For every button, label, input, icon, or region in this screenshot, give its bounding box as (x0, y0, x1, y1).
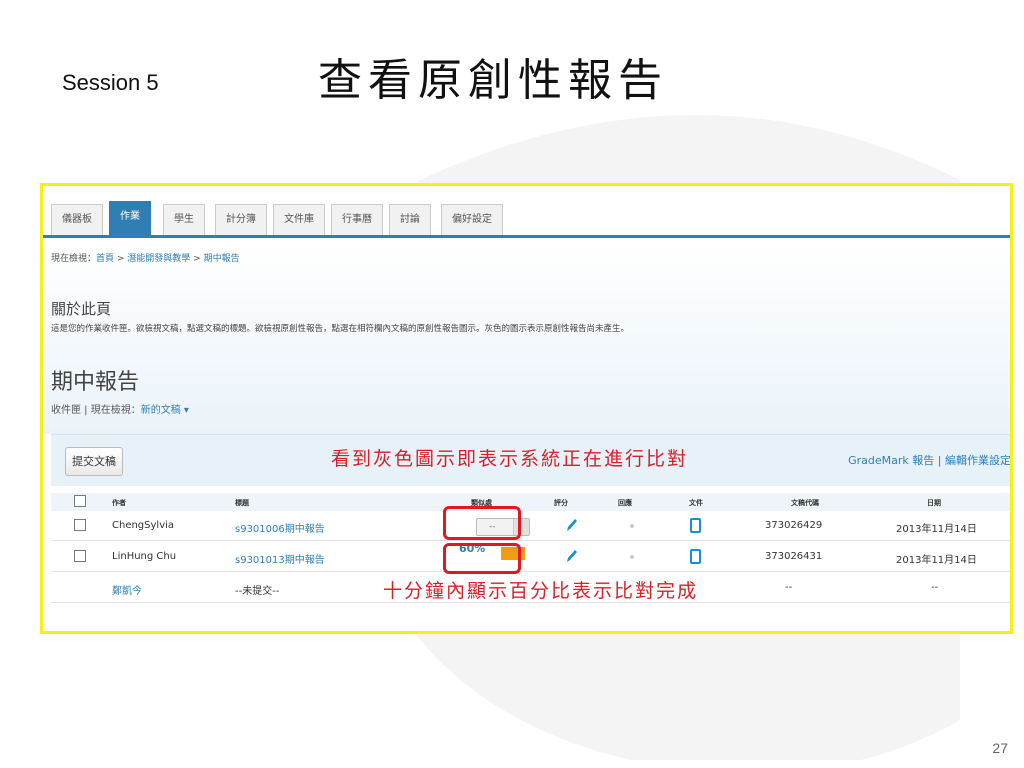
breadcrumb-course-link[interactable]: 潛能開發與教學 (127, 254, 190, 264)
author-name[interactable]: 鄭凱今 (112, 582, 142, 597)
breadcrumb-separator: > (114, 254, 128, 264)
view-filter: 收件匣 | 現在檢視：新的文稿 ▾ (51, 401, 189, 416)
toolbar-separator: | (934, 454, 945, 467)
slide-title: 查看原創性報告 (318, 55, 668, 106)
tab-assignments[interactable]: 作業 (109, 201, 151, 235)
breadcrumb-current[interactable]: 期中報告 (204, 254, 240, 264)
page-number: 27 (992, 740, 1008, 756)
page-content: 現在檢視：首頁 > 潛能開發與教學 > 期中報告 關於此頁 這是您的作業收件匣。… (43, 241, 1010, 434)
paper-id: 373026429 (765, 520, 823, 531)
col-date[interactable]: 日期 (927, 498, 941, 508)
annotation-percent: 十分鐘內顯示百分比表示比對完成 (383, 580, 699, 602)
tab-students[interactable]: 學生 (163, 204, 205, 235)
col-grade[interactable]: 評分 (554, 498, 568, 508)
tab-dashboard[interactable]: 儀器板 (51, 204, 103, 235)
about-heading: 關於此頁 (51, 300, 112, 318)
col-title[interactable]: 標題 (235, 498, 249, 508)
annotation-gray-icon: 看到灰色圖示即表示系統正在進行比對 (331, 448, 689, 470)
col-file[interactable]: 文件 (689, 498, 703, 508)
toolbar-links: GradeMark 報告 | 編輯作業設定 (848, 452, 1010, 468)
paper-title: --未提交-- (235, 586, 280, 597)
grademark-report-link[interactable]: GradeMark 報告 (848, 454, 934, 467)
submit-paper-button[interactable]: 提交文稿 (65, 447, 123, 476)
about-text: 這是您的作業收件匣。欲檢視文稿，點選文稿的標題。欲檢視原創性報告，點選在相符欄內… (51, 324, 630, 334)
col-response[interactable]: 回應 (618, 498, 632, 508)
edit-assignment-settings-link[interactable]: 編輯作業設定 (945, 454, 1010, 467)
table-row: ChengSylvia s9301006期中報告 -- 373026429 20… (51, 511, 1010, 541)
file-icon[interactable] (690, 518, 701, 533)
breadcrumb-prefix: 現在檢視： (51, 254, 97, 264)
view-prefix: 收件匣 | 現在檢視： (51, 405, 141, 416)
highlight-box-percent (443, 543, 521, 574)
breadcrumb: 現在檢視：首頁 > 潛能開發與教學 > 期中報告 (51, 251, 240, 264)
col-author[interactable]: 作者 (112, 498, 126, 508)
response-dot-icon (630, 524, 634, 528)
highlight-box-pending (443, 506, 521, 540)
tab-library[interactable]: 文件庫 (273, 204, 325, 235)
row-checkbox[interactable] (74, 519, 86, 531)
assignment-heading: 期中報告 (51, 370, 140, 395)
tab-discussion[interactable]: 討論 (389, 204, 431, 235)
author-name: ChengSylvia (112, 520, 175, 531)
tab-preferences[interactable]: 偏好設定 (441, 204, 503, 235)
pencil-icon[interactable] (565, 548, 579, 564)
breadcrumb-home-link[interactable]: 首頁 (96, 254, 114, 264)
paper-id: -- (785, 582, 793, 593)
row-checkbox[interactable] (74, 550, 86, 562)
paper-title-link[interactable]: s9301006期中報告 (235, 520, 325, 535)
author-name: LinHung Chu (112, 551, 177, 562)
tab-gradebook[interactable]: 計分簿 (215, 204, 267, 235)
response-dot-icon (630, 555, 634, 559)
paper-id: 373026431 (765, 551, 823, 562)
tab-calendar[interactable]: 行事曆 (331, 204, 383, 235)
table-row: LinHung Chu s9301013期中報告 60% 373026431 2… (51, 542, 1010, 572)
col-paper-id[interactable]: 文稿代碼 (791, 498, 819, 508)
session-label: Session 5 (62, 70, 159, 95)
table-header: 作者 標題 類似處 評分 回應 文件 文稿代碼 日期 (51, 493, 1010, 511)
submit-date: 2013年11月14日 (896, 555, 977, 566)
breadcrumb-separator: > (190, 254, 204, 264)
tab-bar: 儀器板 作業 學生 計分簿 文件庫 行事曆 討論 偏好設定 (43, 186, 1010, 238)
view-dropdown[interactable]: 新的文稿 ▾ (141, 405, 189, 416)
submit-date: -- (931, 582, 939, 593)
pencil-icon[interactable] (565, 517, 579, 533)
paper-title-link[interactable]: s9301013期中報告 (235, 551, 325, 566)
select-all-checkbox[interactable] (74, 495, 86, 507)
file-icon[interactable] (690, 549, 701, 564)
submit-date: 2013年11月14日 (896, 524, 977, 535)
turnitin-screenshot: 儀器板 作業 學生 計分簿 文件庫 行事曆 討論 偏好設定 現在檢視：首頁 > … (40, 183, 1013, 634)
